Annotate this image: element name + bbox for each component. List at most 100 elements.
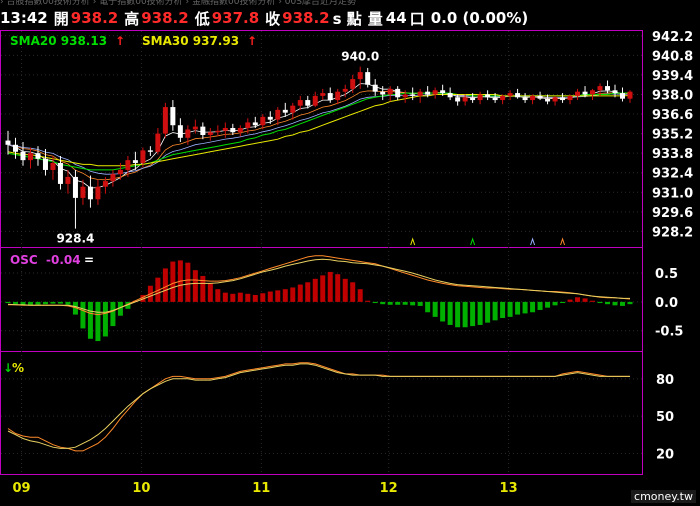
x-tick-label: 10 [132,481,150,496]
osc-bar [597,301,603,304]
osc-signal-line-yellow [7,258,630,313]
candle-body [260,116,266,126]
x-tick-label: 11 [252,481,270,496]
candle-body [275,109,281,120]
osc-bar [305,282,311,302]
sma30-line [7,94,631,167]
close-label: 收 [265,9,281,28]
osc-bar [425,301,431,313]
candle-body [147,150,153,152]
volume-value: 44 [385,9,407,27]
peak-annotation: 940.0 [341,50,379,64]
candle-body [515,93,521,98]
candle-body [417,91,423,96]
change-value: 0.0 (0.00%) [430,9,529,27]
candlesticks [5,66,633,229]
price-tick-label: 939.4 [652,69,693,84]
candle-body [155,133,161,152]
candle-body [50,162,56,170]
osc-bar [5,301,11,304]
osc-bar [545,301,551,308]
osc-bar [395,301,401,305]
candle-body [477,94,483,101]
pct-y-axis: 80 50 20 [656,373,674,463]
osc-bar [65,301,71,305]
candle-body [140,150,146,163]
price-y-axis: 928.2 929.6 931.0 932.4 933.8 935.2 936.6 938.0… [652,30,693,240]
osc-bar [267,291,273,302]
osc-bar [575,297,581,302]
osc-bar [462,301,468,328]
osc-bar [207,283,213,302]
candle-body [425,91,431,95]
candle-body [117,169,123,175]
osc-bar [42,301,48,305]
signal-marker [530,237,536,246]
signal-marker [410,237,416,246]
sma30-legend: SMA30 937.93 [142,34,239,48]
candle-body [185,129,191,138]
ma10-line [7,90,631,181]
candle-body [545,98,551,102]
osc-bar [410,301,416,306]
osc-bar [215,289,221,302]
sma20-up-icon: ↑ [115,34,125,48]
osc-y-axis: 0.5 0.0 -0.5 [655,267,683,340]
tab-strip[interactable]: › 台股指數00技術分析 › 電子指數00技術分析 › 金融指數00技術分析 ›… [0,0,700,5]
candle-body [20,151,26,161]
osc-bar [342,278,348,302]
candle-body [245,122,251,129]
osc-bar [245,293,251,302]
candle-body [440,90,446,94]
candle-body [507,93,513,96]
candle-body [12,144,18,152]
candle-body [87,186,93,200]
candle-body [447,93,453,98]
candle-body [395,88,401,98]
price-tick-label: 931.0 [652,186,693,201]
osc-bar [530,301,536,313]
osc-bar [560,301,566,304]
osc-bar [627,301,633,305]
osc-tick-label: 0.0 [655,296,678,311]
trough-annotation: 928.4 [56,232,94,246]
osc-bar [537,301,543,310]
candle-body [162,107,168,134]
osc-bar [515,301,521,315]
osc-bar [605,301,611,305]
osc-bar [290,287,296,302]
candle-body [65,176,71,184]
candle-body [342,88,348,92]
candle-body [132,160,138,163]
osc-bar [350,282,356,302]
candle-body [410,94,416,96]
candle-body [462,97,468,102]
candle-body [350,79,356,89]
osc-bar [275,290,281,302]
osc-bar [170,261,176,302]
candle-body [552,97,558,102]
osc-bar [365,300,371,302]
candle-body [627,91,633,99]
osc-signal-line-orange [8,255,631,316]
candle-body [537,95,543,99]
quote-bar: 13:42 開 938.2 高 938.2 低 937.8 收 938.2 s … [0,6,700,30]
candle-body [335,91,341,101]
candle-body [177,125,183,138]
osc-bar [500,301,506,319]
osc-bar [50,301,56,304]
osc-bar [470,301,476,327]
osc-bar [282,289,288,302]
candle-body [320,93,326,96]
price-tick-label: 938.0 [652,88,693,103]
osc-bar [590,300,596,302]
osc-bar [455,301,461,328]
osc-bar [582,298,588,302]
points-label: s 點 [332,9,362,28]
candle-body [35,153,41,159]
osc-bar [620,301,626,306]
osc-bar [357,289,363,302]
price-tick-label: 940.8 [652,49,693,64]
candle-body [230,128,236,133]
osc-bar [80,301,86,329]
